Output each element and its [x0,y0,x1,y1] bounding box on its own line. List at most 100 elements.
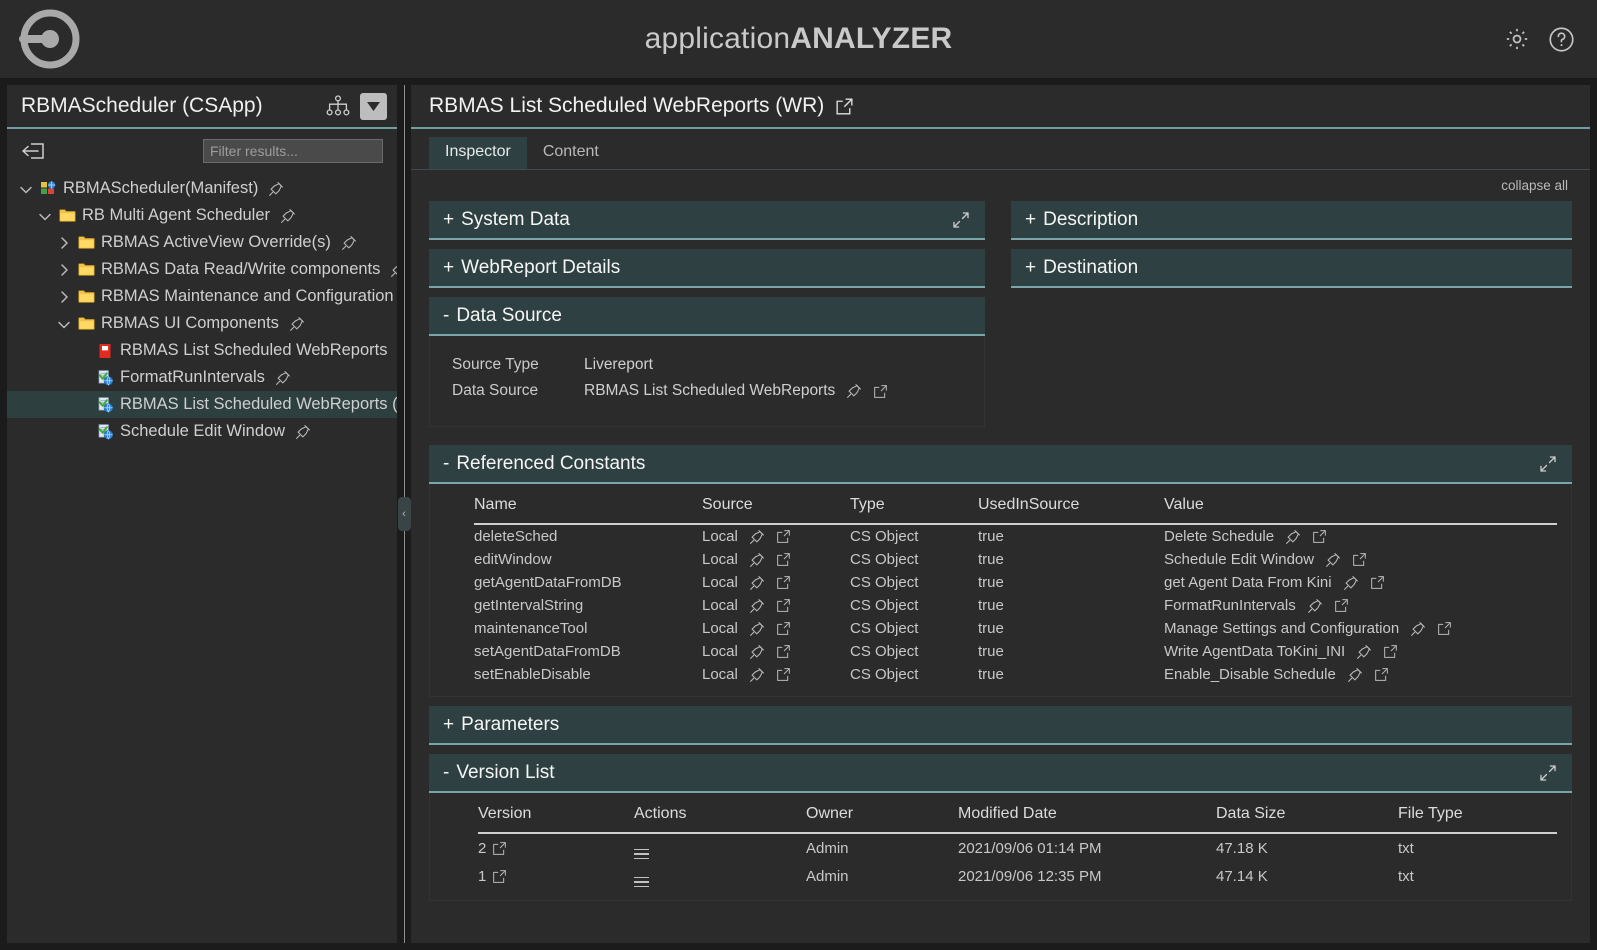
sidebar-title: RBMAScheduler (CSApp) [21,94,263,117]
pin-icon[interactable] [1307,598,1323,614]
tree-item-label: RBMAS Maintenance and Configuration [101,287,394,305]
panel-referenced-constants-header[interactable]: - Referenced Constants [429,445,1572,484]
main-tabs[interactable]: Inspector Content [411,129,1590,170]
table-row[interactable]: getAgentDataFromDB Local CS Object true get… [474,571,1557,594]
hamburger-menu-icon[interactable] [634,876,649,887]
pin-icon[interactable] [749,621,765,637]
external-link-icon[interactable] [1334,598,1349,613]
tree-item-label: RBMAScheduler(Manifest) [63,179,259,197]
external-link-icon[interactable] [1374,667,1389,682]
chevron-down-icon[interactable] [34,208,56,224]
gear-icon[interactable] [1504,26,1530,52]
cell-data-size: 47.18 K [1216,839,1268,857]
external-link-icon[interactable] [776,598,791,613]
external-link-icon[interactable] [776,552,791,567]
panel-data-source-header[interactable]: - Data Source [429,297,985,336]
pin-icon[interactable] [1356,644,1372,660]
external-link-icon[interactable] [1370,575,1385,590]
pin-icon[interactable] [268,181,284,197]
hamburger-menu-icon[interactable] [634,848,649,859]
panel-version-list-header[interactable]: - Version List [429,754,1572,793]
panel-splitter[interactable]: ‹ [397,85,411,943]
external-link-icon[interactable] [776,644,791,659]
panel-destination-header[interactable]: + Destination [1011,249,1572,288]
chevron-right-icon[interactable] [53,235,75,251]
chevron-right-icon[interactable] [53,262,75,278]
splitter-collapse-handle[interactable]: ‹ [397,497,411,531]
external-link-icon[interactable] [1437,621,1452,636]
expand-diagonal-icon[interactable] [1538,763,1558,783]
pin-icon[interactable] [749,598,765,614]
pin-icon[interactable] [749,552,765,568]
table-header-row: Version Actions Owner Modified Date Data Siz… [478,793,1557,834]
external-link-icon[interactable] [873,384,888,399]
folder-icon [75,289,97,304]
pin-icon[interactable] [749,575,765,591]
table-row[interactable]: editWindow Local CS Object true Schedule Ed… [474,548,1557,571]
external-link-icon[interactable] [776,621,791,636]
panel-description-header[interactable]: + Description [1011,201,1572,240]
pin-icon[interactable] [1410,621,1426,637]
tree-item[interactable]: FormatRunIntervals [7,364,397,391]
tree-item[interactable]: RBMAS Data Read/Write components [7,256,397,283]
pin-icon[interactable] [846,383,862,399]
panel-data-source-title: Data Source [456,304,562,326]
external-link-icon[interactable] [492,841,507,856]
table-row[interactable]: maintenanceTool Local CS Object true Manage… [474,617,1557,640]
chevron-down-icon[interactable] [360,92,387,120]
expand-diagonal-icon[interactable] [951,210,971,230]
external-link-icon[interactable] [776,529,791,544]
pin-icon[interactable] [289,316,305,332]
component-tree[interactable]: RBMAScheduler(Manifest) RB Multi Agent S… [7,173,397,943]
table-row[interactable]: getIntervalString Local CS Object true Form… [474,594,1557,617]
external-link-icon[interactable] [492,869,507,884]
pin-icon[interactable] [280,208,296,224]
table-row[interactable]: setAgentDataFromDB Local CS Object true Wri… [474,640,1557,663]
table-row[interactable]: 2 Admin 2021/09/06 01:14 PM 47.18 K txt [478,833,1557,862]
pin-icon[interactable] [341,235,357,251]
tree-item[interactable]: RBMAS UI Components [7,310,397,337]
pin-icon[interactable] [749,644,765,660]
tree-item[interactable]: RBMAS List Scheduled WebReports [7,337,397,364]
table-row[interactable]: setEnableDisable Local CS Object true Enabl… [474,663,1557,686]
tree-item[interactable]: RBMAS List Scheduled WebReports (WR) [7,391,397,418]
external-link-icon[interactable] [1383,644,1398,659]
tree-item[interactable]: Schedule Edit Window [7,418,397,445]
chevron-down-icon[interactable] [15,181,37,197]
external-link-icon[interactable] [1312,529,1327,544]
panel-system-data-header[interactable]: + System Data [429,201,985,240]
pin-icon[interactable] [749,529,765,545]
expand-diagonal-icon[interactable] [1538,454,1558,474]
tree-item[interactable]: RBMAS Maintenance and Configuration [7,283,397,310]
collapse-all-button[interactable]: collapse all [429,170,1572,201]
chevron-down-icon[interactable] [53,316,75,332]
tab-inspector[interactable]: Inspector [429,137,527,169]
tree-item-label: RBMAS List Scheduled WebReports [120,341,388,359]
external-link-icon[interactable] [834,96,855,117]
tab-content[interactable]: Content [527,137,615,169]
pin-icon[interactable] [390,262,397,278]
pin-icon[interactable] [1347,667,1363,683]
pin-icon[interactable] [275,370,291,386]
pin-icon[interactable] [749,667,765,683]
version-list-table: Version Actions Owner Modified Date Data Siz… [478,793,1557,890]
table-row[interactable]: deleteSched Local CS Object true Delete Sch… [474,524,1557,548]
collapse-panel-icon[interactable] [21,139,48,163]
chevron-right-icon[interactable] [53,289,75,305]
pin-icon[interactable] [1325,552,1341,568]
tree-item[interactable]: RB Multi Agent Scheduler [7,202,397,229]
tree-item[interactable]: RBMAScheduler(Manifest) [7,175,397,202]
question-circle-icon[interactable] [1548,26,1575,53]
panel-webreport-details-header[interactable]: + WebReport Details [429,249,985,288]
external-link-icon[interactable] [1352,552,1367,567]
external-link-icon[interactable] [776,667,791,682]
external-link-icon[interactable] [776,575,791,590]
table-row[interactable]: 1 Admin 2021/09/06 12:35 PM 47.14 K txt [478,862,1557,890]
tree-item[interactable]: RBMAS ActiveView Override(s) [7,229,397,256]
panel-parameters-header[interactable]: + Parameters [429,706,1572,745]
pin-icon[interactable] [295,424,311,440]
filter-input[interactable] [203,139,383,163]
pin-icon[interactable] [1343,575,1359,591]
hierarchy-icon[interactable] [326,95,350,117]
pin-icon[interactable] [1285,529,1301,545]
